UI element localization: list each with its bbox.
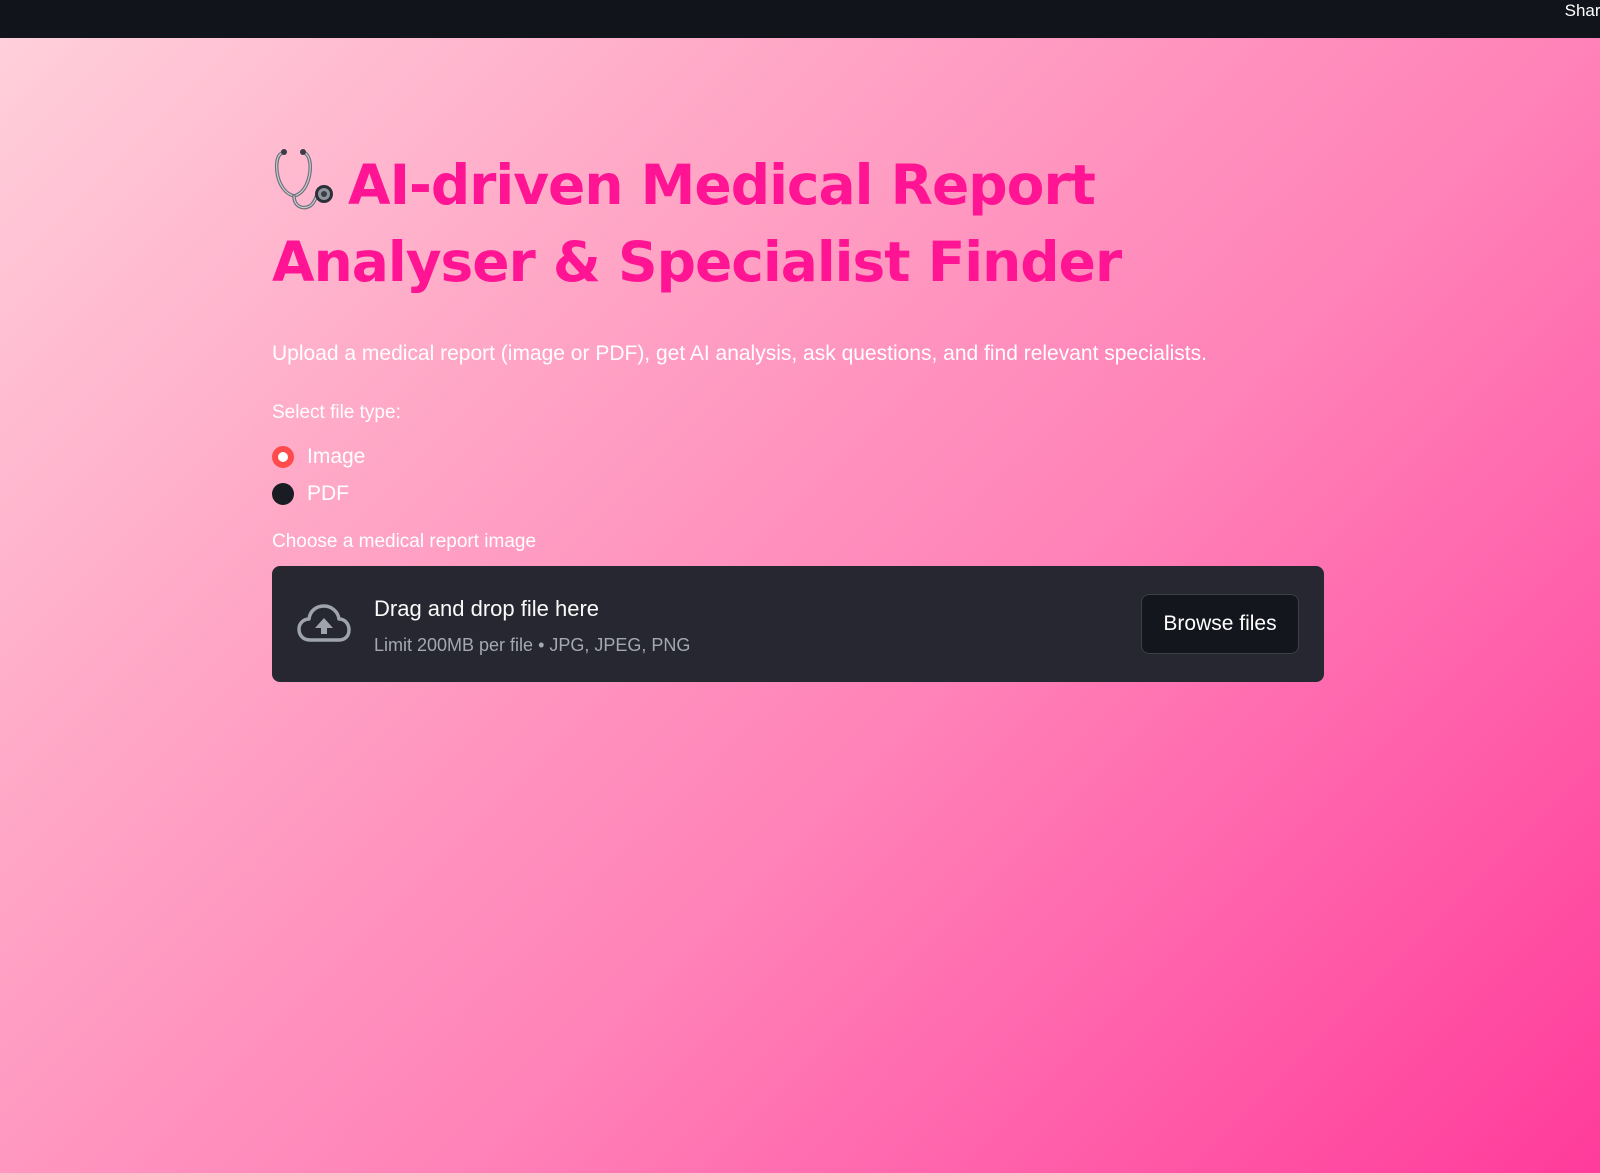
radio-button-unchecked[interactable] [272, 483, 294, 505]
top-bar: Share [0, 0, 1600, 38]
share-button[interactable]: Share [1565, 1, 1600, 21]
radio-label-pdf: PDF [307, 482, 349, 505]
radio-option-image[interactable]: Image [272, 442, 1324, 472]
file-type-label: Select file type: [272, 402, 401, 423]
file-limit-text: Limit 200MB per file • JPG, JPEG, PNG [374, 635, 691, 655]
cloud-upload-icon [297, 604, 351, 642]
uploader-label: Choose a medical report image [272, 531, 537, 552]
title-line-2: Analyser & Specialist Finder [272, 230, 1122, 294]
main-content: AI-driven Medical Report Analyser & Speci… [272, 146, 1324, 682]
browse-files-button[interactable]: Browse files [1141, 594, 1299, 654]
title-line-1: AI-driven Medical Report [348, 153, 1096, 217]
file-type-radio-group: Image PDF [272, 442, 1324, 509]
radio-button-checked[interactable] [272, 446, 294, 468]
radio-option-pdf[interactable]: PDF [272, 479, 1324, 509]
radio-label-image: Image [307, 445, 366, 468]
page-title: AI-driven Medical Report Analyser & Speci… [272, 146, 1324, 301]
drop-instruction: Drag and drop file here [374, 596, 600, 621]
page-subtitle: Upload a medical report (image or PDF), … [272, 342, 1207, 365]
stethoscope-icon [274, 149, 333, 210]
file-dropzone[interactable]: Drag and drop file here Limit 200MB per … [272, 566, 1324, 682]
